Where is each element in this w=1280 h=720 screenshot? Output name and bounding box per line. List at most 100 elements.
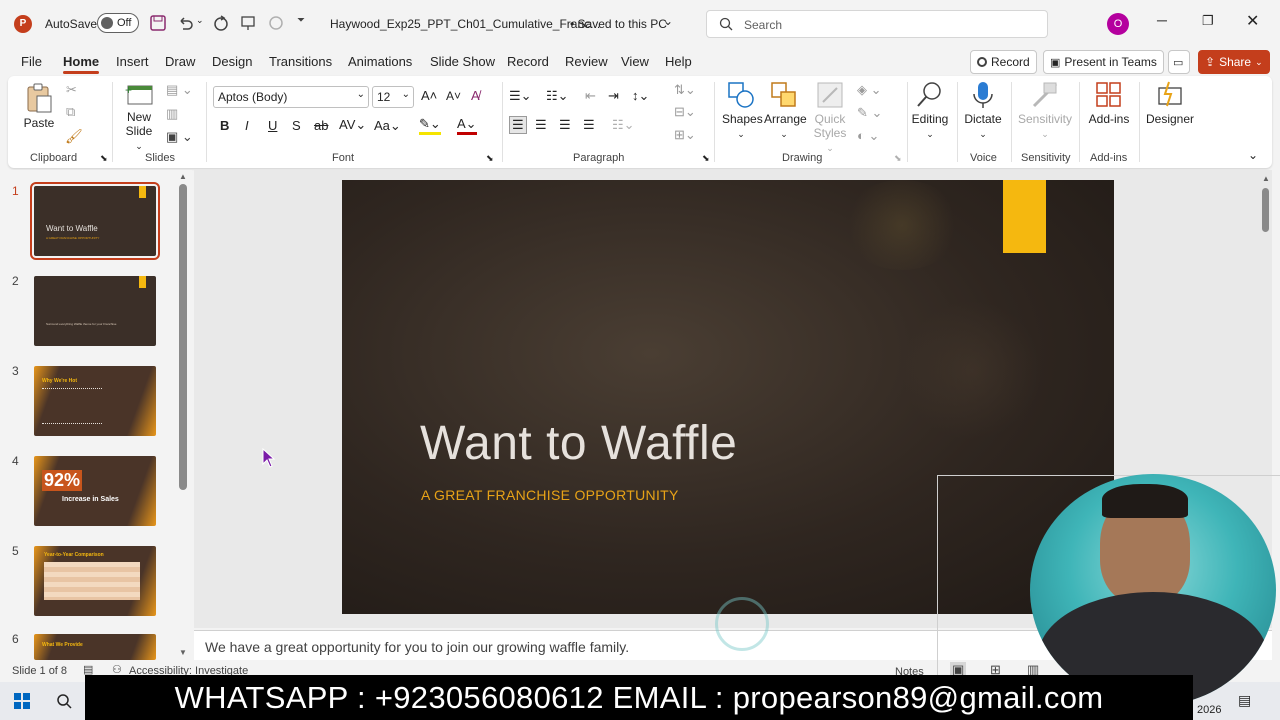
format-painter-icon[interactable]: 🖌 <box>65 128 83 145</box>
document-title[interactable]: Haywood_Exp25_PPT_Ch01_Cumulative_Franc.… <box>330 17 600 31</box>
avatar[interactable]: O <box>1107 13 1129 35</box>
undo-dropdown-icon[interactable]: ⌄ <box>196 15 204 26</box>
increase-font-size-icon[interactable]: A˄ <box>421 88 437 103</box>
dictate-button[interactable]: Dictate ⌄ <box>962 80 1004 140</box>
search-box[interactable]: Search <box>706 10 1048 38</box>
slide-title[interactable]: Want to Waffle <box>420 416 737 471</box>
tab-slide-show[interactable]: Slide Show <box>430 54 495 69</box>
scroll-up-icon[interactable]: ▲ <box>179 172 187 181</box>
tab-review[interactable]: Review <box>565 54 608 69</box>
section-icon[interactable]: ▣ ⌄ <box>166 129 193 145</box>
quick-styles-button[interactable]: Quick Styles ⌄ <box>812 80 848 154</box>
canvas-scroll-thumb[interactable] <box>1262 188 1269 232</box>
designer-button[interactable]: Designer <box>1144 80 1196 126</box>
underline-icon[interactable]: U <box>268 118 277 133</box>
decrease-font-size-icon[interactable]: A˅ <box>446 89 461 103</box>
layout-icon[interactable]: ▤ ⌄ <box>166 82 193 98</box>
slide-thumbnail-4[interactable]: 92% Increase in Sales <box>34 456 156 526</box>
increase-indent-icon[interactable]: ⇥ <box>608 88 619 104</box>
shapes-button[interactable]: Shapes ⌄ <box>722 80 763 140</box>
align-left-icon[interactable]: ☰ <box>509 116 527 134</box>
bold-icon[interactable]: B <box>220 118 229 133</box>
shape-fill-icon[interactable]: ◈ ⌄ <box>857 82 882 98</box>
italic-icon[interactable]: I <box>245 118 249 133</box>
font-size-combo[interactable]: 12 ⌄ <box>372 86 414 108</box>
taskbar-search-icon[interactable] <box>56 693 72 709</box>
reset-slide-icon[interactable]: ▥ <box>166 106 178 122</box>
scroll-thumb[interactable] <box>179 184 187 490</box>
close-icon[interactable]: ✕ <box>1246 11 1259 31</box>
paragraph-launcher-icon[interactable]: ⬊ <box>702 153 710 164</box>
tab-record[interactable]: Record <box>507 54 549 69</box>
font-name-combo[interactable]: Aptos (Body) ⌄ <box>213 86 369 108</box>
slide-subtitle[interactable]: A GREAT FRANCHISE OPPORTUNITY <box>421 487 679 503</box>
align-center-icon[interactable]: ☰ <box>535 117 547 133</box>
slide-thumbnail-3[interactable]: Why We're Hot <box>34 366 156 436</box>
redo-icon[interactable] <box>213 15 229 31</box>
tab-help[interactable]: Help <box>665 54 692 69</box>
cut-icon[interactable]: ✂ <box>66 82 77 98</box>
slide-thumbnail-2[interactable]: Surround everything Waffle theme for you… <box>34 276 156 346</box>
slide-thumbnail-6[interactable]: What We Provide <box>34 634 156 660</box>
shadow-icon[interactable]: S <box>292 118 301 133</box>
undo-icon[interactable] <box>177 15 193 31</box>
shape-effects-icon[interactable]: ◐ ⌄ <box>857 128 879 144</box>
shape-outline-icon[interactable]: ✎ ⌄ <box>857 105 882 121</box>
scroll-down-icon[interactable]: ▼ <box>179 648 187 657</box>
arrange-button[interactable]: Arrange ⌄ <box>764 80 807 140</box>
change-case-icon[interactable]: Aa⌄ <box>374 118 401 134</box>
customize-qat-icon[interactable]: ⏷ <box>297 15 305 26</box>
slide-thumbnail-5[interactable]: Year-to-Year Comparison <box>34 546 156 616</box>
canvas-scroll-up-icon[interactable]: ▲ <box>1262 174 1270 183</box>
smartart-icon[interactable]: ⊞⌄ <box>674 127 696 143</box>
numbering-icon[interactable]: ☷⌄ <box>546 88 569 104</box>
paste-button[interactable]: Paste <box>22 82 56 130</box>
save-status[interactable]: • Saved to this PC <box>570 17 667 31</box>
text-direction-icon[interactable]: ⇅⌄ <box>674 82 696 98</box>
copy-icon[interactable]: ⧉ <box>66 104 75 120</box>
align-right-icon[interactable]: ☰ <box>559 117 571 133</box>
tab-animations[interactable]: Animations <box>348 54 412 69</box>
line-spacing-icon[interactable]: ↕⌄ <box>632 88 649 104</box>
drawing-launcher-icon[interactable]: ⬊ <box>894 153 902 164</box>
autosave-toggle[interactable]: Off <box>97 13 139 33</box>
minimize-icon[interactable]: ─ <box>1157 12 1167 28</box>
thumbnail-scrollbar[interactable]: ▲ ▼ <box>178 172 188 658</box>
font-launcher-icon[interactable]: ⬊ <box>486 153 494 164</box>
share-button[interactable]: ⇪ Share ⌄ <box>1198 50 1270 74</box>
highlight-icon[interactable]: ✎⌄ <box>419 116 441 135</box>
comments-button[interactable]: ▭ <box>1168 50 1190 74</box>
slide-thumbnail-1[interactable]: Want to Waffle A GREAT FRANCHISE OPPORTU… <box>30 182 160 260</box>
add-ins-button[interactable]: Add-ins <box>1086 80 1132 126</box>
columns-icon[interactable]: ☷⌄ <box>612 117 635 133</box>
tab-draw[interactable]: Draw <box>165 54 195 69</box>
present-in-teams-button[interactable]: ▣ Present in Teams <box>1043 50 1164 74</box>
clipboard-launcher-icon[interactable]: ⬊ <box>100 153 108 164</box>
font-color-icon[interactable]: A⌄ <box>457 116 477 135</box>
windows-start-icon[interactable] <box>14 693 30 709</box>
sensitivity-button[interactable]: Sensitivity ⌄ <box>1016 80 1074 140</box>
collapse-ribbon-icon[interactable]: ⌄ <box>1248 148 1258 162</box>
decrease-indent-icon[interactable]: ⇤ <box>585 88 596 104</box>
title-dropdown-icon[interactable]: ⌄ <box>663 14 673 28</box>
clear-formatting-icon[interactable]: A̸ <box>471 88 480 103</box>
save-icon[interactable] <box>150 15 166 31</box>
tab-view[interactable]: View <box>621 54 649 69</box>
notes-text[interactable]: We have a great opportunity for you to j… <box>205 639 629 655</box>
tab-design[interactable]: Design <box>212 54 252 69</box>
tab-insert[interactable]: Insert <box>116 54 149 69</box>
tab-transitions[interactable]: Transitions <box>269 54 332 69</box>
restore-icon[interactable]: ❐ <box>1202 13 1214 29</box>
justify-icon[interactable]: ☰ <box>583 117 595 133</box>
editing-button[interactable]: Editing ⌄ <box>911 80 949 140</box>
present-from-start-icon[interactable] <box>240 15 256 31</box>
tab-file[interactable]: File <box>21 54 42 69</box>
bullets-icon[interactable]: ☰⌄ <box>509 88 532 104</box>
new-slide-button[interactable]: + New Slide ⌄ <box>122 82 156 152</box>
record-button[interactable]: Record <box>970 50 1037 74</box>
tab-home[interactable]: Home <box>63 54 100 74</box>
refresh-icon[interactable] <box>268 15 284 31</box>
strikethrough-icon[interactable]: ab <box>314 118 328 133</box>
align-text-icon[interactable]: ⊟⌄ <box>674 104 696 120</box>
character-spacing-icon[interactable]: AV⌄ <box>339 117 366 133</box>
